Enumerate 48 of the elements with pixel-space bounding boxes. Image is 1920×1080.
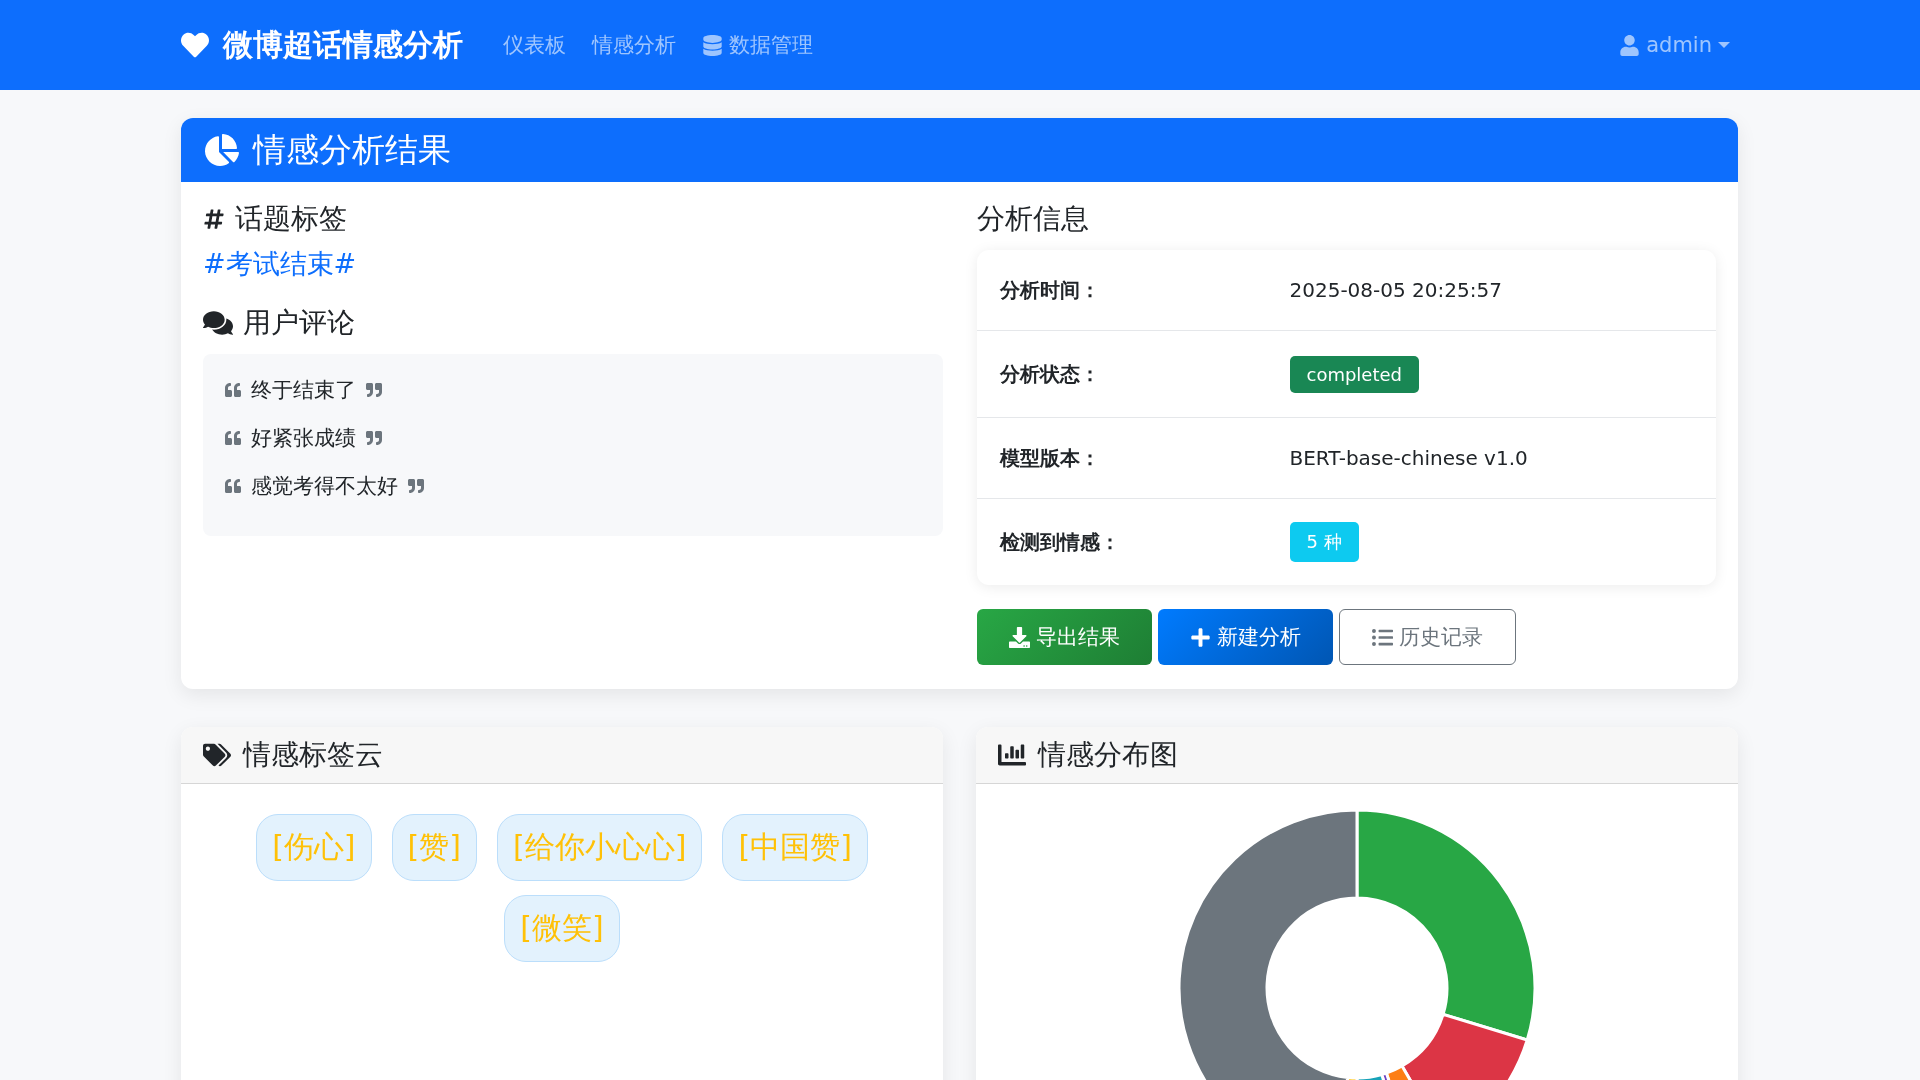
download-icon [1008, 626, 1030, 648]
quote-close-icon [366, 382, 382, 398]
heart-icon [181, 31, 209, 59]
emotion-tag[interactable]: [中国赞] [722, 814, 868, 881]
nav-link[interactable]: 数据管理 [702, 31, 813, 59]
database-icon [702, 34, 723, 56]
user-icon [1619, 34, 1641, 56]
pie-chart-icon [205, 133, 239, 167]
comment-text: 感觉考得不太好 [251, 473, 398, 500]
info-label: 模型版本： [999, 444, 1101, 472]
plus-icon [1189, 626, 1211, 648]
list-icon [1371, 626, 1393, 648]
quote-open-icon [225, 430, 241, 446]
info-label: 分析时间： [999, 276, 1101, 304]
quote-open-icon [225, 478, 241, 494]
brand-link[interactable]: 微博超话情感分析 [181, 24, 463, 66]
emotion-tag[interactable]: [伤心] [256, 814, 372, 881]
section-heading: 分析信息 [976, 201, 1089, 237]
card-title: 情感分布图 [1038, 737, 1178, 773]
card-title: 情感标签云 [243, 737, 383, 773]
nav-link[interactable]: 仪表板 [503, 31, 566, 59]
quote-open-icon [225, 382, 241, 398]
emotion-tag[interactable]: [给你小心心] [497, 814, 703, 881]
quote-close-icon [408, 478, 424, 494]
info-value: 2025-08-05 20:25:57 [1289, 278, 1503, 302]
status-badge: completed [1289, 355, 1419, 393]
status-badge: 5 种 [1289, 522, 1359, 562]
user-menu[interactable]: admin [1619, 33, 1730, 57]
info-label: 检测到情感： [999, 528, 1121, 556]
history-button[interactable]: 历史记录 [1338, 609, 1516, 665]
topic-tag-link[interactable]: #考试结束# [203, 246, 943, 282]
section-heading: 话题标签 [235, 201, 347, 237]
hashtag-icon [203, 208, 225, 230]
card-title: 情感分析结果 [253, 128, 451, 171]
emotion-tag[interactable]: [微笑] [504, 895, 620, 962]
caret-icon [1718, 42, 1730, 48]
comment-text: 好紧张成绩 [251, 425, 356, 452]
section-heading: 用户评论 [243, 305, 355, 341]
info-value: BERT-base-chinese v1.0 [1289, 446, 1529, 470]
tags-icon [203, 741, 231, 769]
info-label: 分析状态： [999, 360, 1101, 388]
nav-link[interactable]: 情感分析 [592, 31, 676, 59]
export-button[interactable]: 导出结果 [976, 609, 1152, 665]
comments-icon [203, 308, 233, 338]
comment-text: 终于结束了 [251, 377, 356, 404]
quote-close-icon [366, 430, 382, 446]
emotion-tag[interactable]: [赞] [391, 814, 477, 881]
new-analysis-button[interactable]: 新建分析 [1157, 609, 1333, 665]
